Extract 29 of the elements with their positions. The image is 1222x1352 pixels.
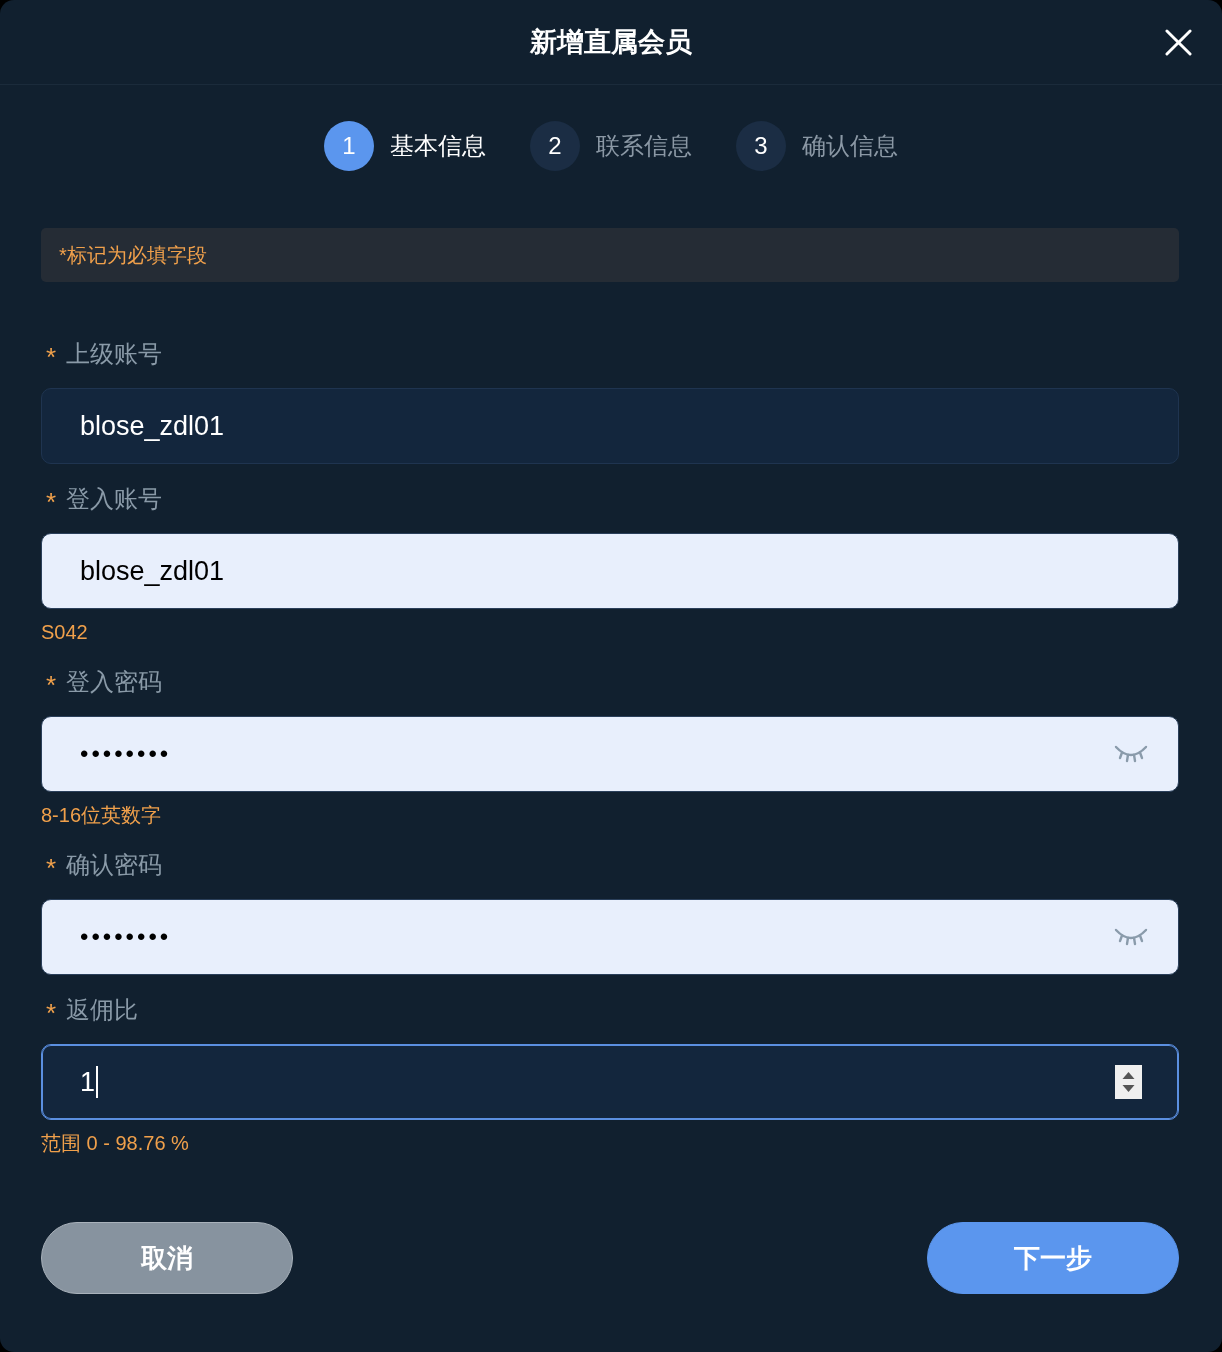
dialog-title: 新增直属会员 xyxy=(530,26,692,59)
required-mark: * xyxy=(46,852,57,881)
field-label: 上级账号 xyxy=(66,339,163,369)
close-icon[interactable] xyxy=(1165,28,1192,56)
field-label: 返佣比 xyxy=(66,995,139,1025)
field-hint: 范围 0 - 98.76 % xyxy=(41,1131,190,1156)
field-label: 登入账号 xyxy=(66,484,163,514)
step-number: 1 xyxy=(324,121,374,171)
spinner-icon[interactable] xyxy=(1115,1065,1142,1099)
field-hint: 8-16位英数字 xyxy=(41,803,163,828)
required-mark: * xyxy=(46,669,57,698)
required-mark: * xyxy=(46,341,57,370)
field-hint: S042 xyxy=(41,620,89,645)
text-cursor-icon xyxy=(96,1066,99,1098)
input-field[interactable]: •••••••• xyxy=(41,899,1179,975)
field-label: 登入密码 xyxy=(66,667,163,697)
step-number: 2 xyxy=(530,121,580,171)
field-label: 确认密码 xyxy=(66,850,163,880)
required-mark: * xyxy=(46,997,57,1026)
step-label: 确认信息 xyxy=(802,131,898,161)
input-field[interactable]: •••••••• xyxy=(41,716,1179,792)
input-field[interactable]: blose_zdl01 xyxy=(41,388,1179,464)
input-field[interactable]: 1 xyxy=(41,1044,1179,1120)
required-notice: *标记为必填字段 xyxy=(41,228,1179,282)
step-number: 3 xyxy=(736,121,786,171)
input-field[interactable]: blose_zdl01 xyxy=(41,533,1179,609)
required-mark: * xyxy=(46,486,57,515)
step-label: 基本信息 xyxy=(390,131,486,161)
step-label: 联系信息 xyxy=(596,131,692,161)
